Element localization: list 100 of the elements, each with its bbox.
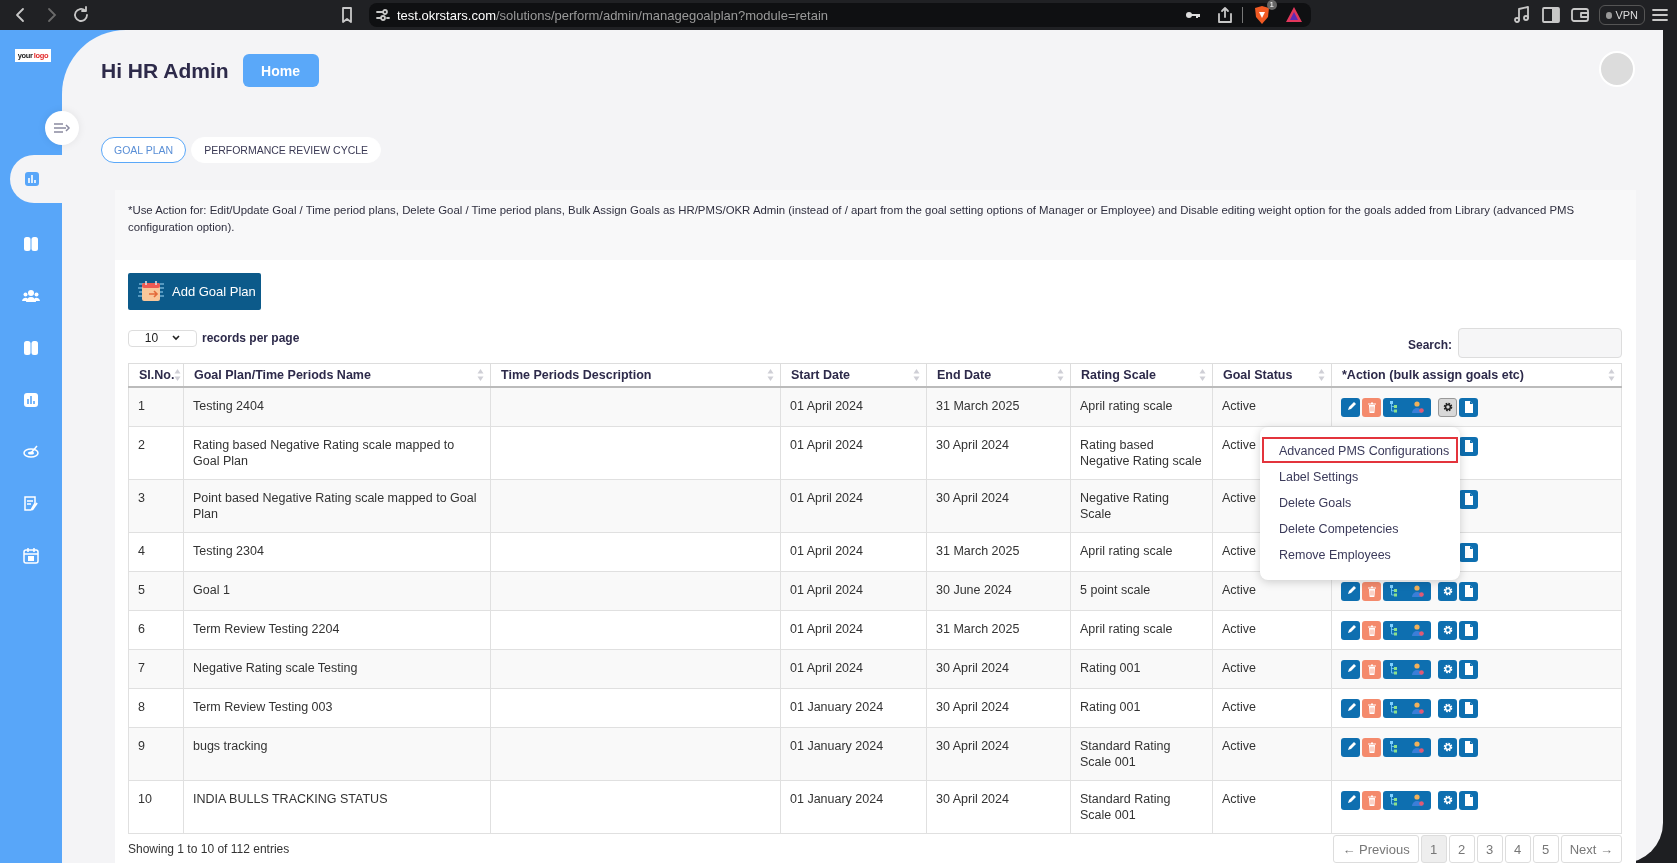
pagination-button[interactable]: ← Previous [1333, 835, 1419, 863]
settings-button[interactable] [1438, 397, 1457, 417]
bulk-assign-button[interactable] [1383, 397, 1431, 417]
edit-button[interactable] [1341, 659, 1360, 679]
document-button[interactable] [1459, 698, 1478, 718]
table-cell: Term Review Testing 003 [183, 688, 491, 728]
bulk-assign-button[interactable] [1383, 790, 1431, 810]
table-cell: 30 April 2024 [926, 780, 1071, 834]
document-icon [1463, 741, 1474, 753]
chart-icon [22, 391, 40, 409]
pagination-button[interactable]: 4 [1504, 835, 1531, 863]
gear-icon [1442, 402, 1453, 412]
delete-button[interactable] [1362, 581, 1381, 601]
document-icon [1463, 401, 1474, 413]
document-button[interactable] [1459, 659, 1478, 679]
trash-icon [1366, 663, 1377, 675]
pagination-button[interactable]: 5 [1532, 835, 1559, 863]
triangle-logo-icon [1285, 6, 1303, 24]
pencil-icon [1345, 664, 1356, 674]
table-cell: Rating based Negative Rating scale mapped to Goal Plan [183, 426, 491, 480]
document-button[interactable] [1459, 581, 1478, 601]
trash-icon [1366, 401, 1377, 413]
document-icon [1463, 663, 1474, 675]
document-button[interactable] [1459, 737, 1478, 757]
edit-button[interactable] [1341, 581, 1360, 601]
bulk-assign-button[interactable] [1383, 659, 1431, 679]
document-button[interactable] [1459, 790, 1478, 810]
url-host[interactable]: test.okrstars.com [397, 7, 496, 23]
table-cell: April rating scale [1070, 387, 1213, 427]
table-cell: 8 [128, 688, 184, 728]
column-header: End Date [937, 367, 992, 382]
entries-info: Showing 1 to 10 of 112 entries [128, 842, 290, 856]
table-cell: Active [1212, 649, 1332, 689]
table-cell: April rating scale [1070, 532, 1213, 572]
table-cell: 30 April 2024 [926, 688, 1071, 728]
site-settings-icon[interactable] [375, 7, 391, 23]
pagination-button[interactable]: 2 [1448, 835, 1475, 863]
menu-item[interactable]: Advanced PMS Configurations [1262, 436, 1458, 463]
trash-icon [1366, 794, 1377, 806]
bulk-assign-button[interactable] [1383, 620, 1431, 640]
settings-button[interactable] [1438, 581, 1457, 601]
bulk-assign-button[interactable] [1383, 698, 1431, 718]
menu-icon[interactable] [1650, 6, 1670, 24]
pencil-icon [1345, 742, 1356, 752]
table-cell: 30 April 2024 [926, 479, 1071, 533]
person-icon [1412, 663, 1424, 675]
document-icon [1463, 546, 1474, 558]
hierarchy-icon [1390, 741, 1398, 753]
edit-button[interactable] [1341, 698, 1360, 718]
collapse-button[interactable] [45, 111, 79, 145]
table-cell: 10 [128, 780, 184, 834]
table-cell: Point based Negative Rating scale mapped to Goal Plan [183, 479, 491, 533]
table-cell: 4 [128, 532, 184, 572]
person-icon [1412, 624, 1424, 636]
add-goal-plan-button[interactable]: Add Goal Plan [128, 272, 261, 310]
column-header: Goal Status [1223, 367, 1293, 382]
table-cell: Testing 2404 [183, 387, 491, 427]
edit-button[interactable] [1341, 737, 1360, 757]
table-cell: Negative Rating scale Testing [183, 649, 491, 689]
edit-button[interactable] [1341, 397, 1360, 417]
table-cell: 01 April 2024 [780, 387, 927, 427]
lion-shield-icon[interactable] [1253, 5, 1271, 25]
pagination-button[interactable]: 3 [1476, 835, 1503, 863]
gear-icon [1442, 795, 1453, 805]
table-cell: Rating 001 [1070, 688, 1213, 728]
pagination-button[interactable]: Next → [1560, 835, 1622, 863]
column-header: Sl.No. [139, 367, 175, 382]
edit-button[interactable] [1341, 790, 1360, 810]
edit-button[interactable] [1341, 620, 1360, 640]
team-icon [22, 287, 40, 305]
hierarchy-icon [1390, 585, 1398, 597]
page-size-select[interactable]: 10 [128, 329, 197, 347]
share-icon[interactable] [1216, 6, 1234, 24]
hierarchy-icon [1390, 401, 1398, 413]
table-cell: 5 point scale [1070, 571, 1213, 611]
greeting-heading: Hi HR Admin [101, 58, 229, 83]
search-field[interactable] [1458, 327, 1622, 358]
bulk-assign-button[interactable] [1383, 581, 1431, 601]
column-header: Goal Plan/Time Periods Name [194, 367, 371, 382]
pagination-button[interactable]: 1 [1420, 835, 1447, 863]
table-cell: 9 [128, 727, 184, 781]
column-header: Time Periods Description [501, 367, 652, 382]
vpn-button[interactable]: VPN [1599, 5, 1645, 25]
table-cell: Active [1212, 688, 1332, 728]
trash-icon [1366, 585, 1377, 597]
table-cell: Active [1212, 780, 1332, 834]
table-cell: 01 April 2024 [780, 571, 927, 611]
bulk-assign-button[interactable] [1383, 737, 1431, 757]
table-cell: Negative Rating Scale [1070, 479, 1213, 533]
table-cell: Rating based Negative Rating scale [1070, 426, 1213, 480]
document-button[interactable] [1459, 397, 1478, 417]
url-path[interactable]: /solutions/perform/admin/managegoalplan?module=retain [495, 7, 829, 23]
table-cell: INDIA BULLS TRACKING STATUS [183, 780, 491, 834]
table-cell: 31 March 2025 [926, 610, 1071, 650]
document-button[interactable] [1459, 620, 1478, 640]
chevron-down-icon [172, 335, 181, 341]
tab[interactable]: PERFORMANCE REVIEW CYCLE [191, 136, 382, 163]
table-cell: Active [1212, 387, 1332, 427]
person-icon [1412, 794, 1424, 806]
table-cell: 01 April 2024 [780, 532, 927, 572]
